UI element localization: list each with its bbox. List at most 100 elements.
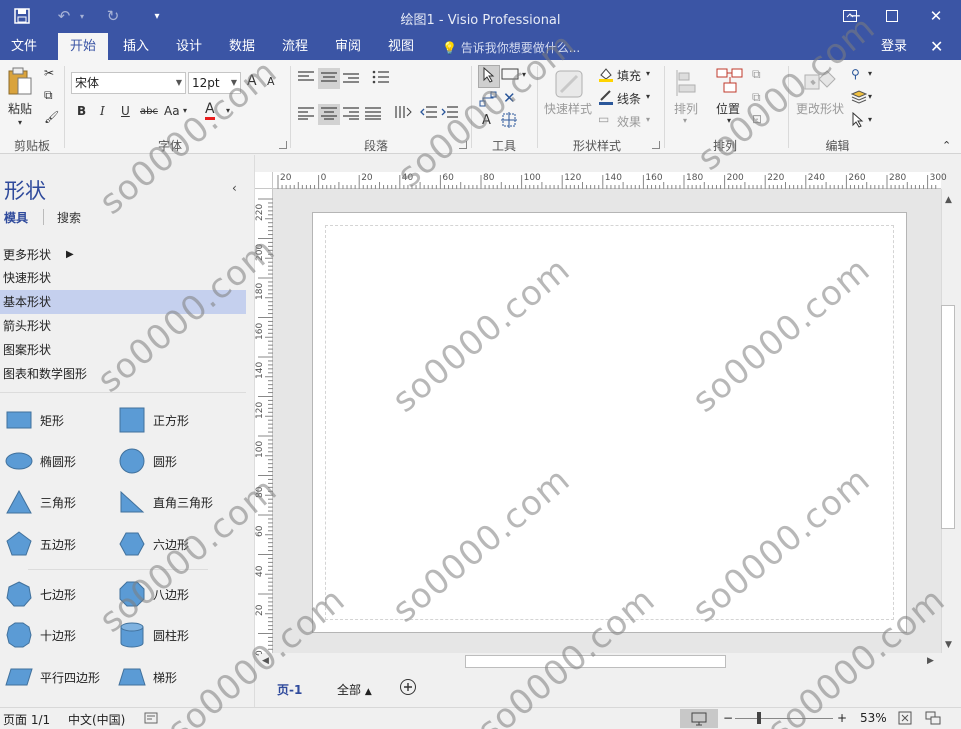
fit-page-icon[interactable]	[898, 711, 912, 728]
scroll-up-icon[interactable]: ▲	[945, 195, 952, 205]
align-shapes-icon[interactable]	[674, 68, 700, 101]
strikethrough-button[interactable]: abc	[140, 106, 158, 117]
tab-view[interactable]: 视图	[377, 33, 425, 60]
shape-trapezoid[interactable]: 梯形	[117, 662, 177, 692]
layers-icon[interactable]	[850, 90, 868, 107]
vertical-scroll-thumb[interactable]	[941, 305, 955, 529]
horizontal-ruler[interactable]: 20 0 20 40 60 80 100 120 140 160 180 200 220 240 260 28…	[273, 172, 947, 189]
find-dropdown-icon[interactable]: ▾	[868, 69, 872, 78]
effects-dropdown-icon[interactable]: ▾	[646, 115, 650, 124]
macro-record-icon[interactable]	[144, 711, 158, 728]
window-close-icon[interactable]: ✕	[926, 6, 946, 26]
trapezoid-icon	[117, 662, 147, 692]
shape-ellipse[interactable]: 椭圆形	[4, 446, 76, 476]
shape-decagon[interactable]: 十边形	[4, 620, 76, 650]
zoom-out-icon[interactable]: −	[723, 711, 733, 725]
drawing-page[interactable]	[312, 212, 907, 633]
text-direction-icon[interactable]	[394, 104, 412, 123]
shape-triangle[interactable]: 三角形	[4, 487, 76, 517]
shape-square[interactable]: 正方形	[117, 405, 189, 435]
zoom-level[interactable]: 53%	[860, 711, 887, 725]
add-page-icon[interactable]	[399, 678, 417, 699]
collapse-pane-icon[interactable]: ‹	[232, 181, 237, 195]
position-icon[interactable]	[715, 66, 745, 99]
align-middle-icon[interactable]	[318, 68, 340, 89]
scroll-right-icon[interactable]: ▶	[927, 656, 934, 666]
ruler-corner	[255, 172, 273, 189]
shape-rectangle[interactable]: 矩形	[4, 405, 64, 435]
find-icon[interactable]: ⚲	[851, 67, 860, 81]
paste-icon[interactable]	[7, 66, 33, 99]
edit-group-label: 编辑	[825, 139, 850, 153]
tab-home[interactable]: 开始	[58, 33, 108, 60]
shape-right-triangle[interactable]: 直角三角形	[117, 487, 213, 517]
align-right-icon[interactable]	[342, 106, 360, 123]
cut-icon[interactable]: ✂	[44, 66, 54, 80]
ellipse-icon	[4, 446, 34, 476]
shape-pentagon[interactable]: 五边形	[4, 529, 76, 559]
paste-button[interactable]: 粘贴	[8, 100, 32, 117]
collapse-ribbon-icon[interactable]: ⌃	[942, 139, 951, 152]
decrease-indent-icon[interactable]	[420, 104, 438, 123]
login-link[interactable]: 登录	[881, 33, 907, 60]
select-dropdown-icon[interactable]: ▾	[868, 115, 872, 124]
presentation-mode-icon[interactable]	[680, 709, 718, 728]
maximize-icon[interactable]	[882, 6, 902, 26]
fill-icon[interactable]	[598, 66, 614, 85]
ruler-label: 220	[767, 173, 785, 183]
tab-search[interactable]: 搜索	[57, 209, 81, 226]
chevron-right-icon: ▶	[66, 249, 74, 260]
tab-insert[interactable]: 插入	[112, 33, 160, 60]
align-top-icon[interactable]	[297, 70, 315, 87]
tab-design[interactable]: 设计	[165, 33, 213, 60]
align-left-icon[interactable]	[297, 106, 315, 123]
zoom-in-icon[interactable]: +	[837, 711, 847, 725]
right-triangle-icon	[117, 487, 147, 517]
language-status[interactable]: 中文(中国)	[68, 711, 125, 728]
bring-to-front-icon[interactable]: ⧉	[752, 67, 761, 82]
line-dropdown-icon[interactable]: ▾	[646, 92, 650, 101]
select-icon[interactable]	[851, 111, 865, 131]
stencil-more-shapes[interactable]: 更多形状 ▶	[0, 243, 246, 267]
copy-icon[interactable]: ⧉	[44, 88, 53, 103]
close-ribbon-icon[interactable]: ✕	[930, 33, 943, 60]
justify-icon[interactable]	[364, 106, 382, 123]
format-painter-icon[interactable]: 🖌	[44, 110, 59, 124]
fill-dropdown-icon[interactable]: ▾	[646, 69, 650, 78]
align-bottom-icon[interactable]	[342, 70, 360, 87]
shape-heptagon[interactable]: 七边形	[4, 579, 76, 609]
line-icon[interactable]	[598, 89, 614, 108]
change-case-button[interactable]: Aa	[164, 104, 180, 118]
arrange-dropdown-icon[interactable]: ▾	[683, 116, 687, 125]
tab-file[interactable]: 文件	[0, 33, 48, 60]
all-pages-button[interactable]: 全部 ▲	[337, 681, 372, 698]
effects-button[interactable]: 效果	[617, 113, 641, 130]
paste-dropdown-icon[interactable]: ▾	[18, 118, 22, 127]
underline-button[interactable]: U	[121, 104, 130, 118]
ruler-label: 180	[686, 173, 704, 183]
arrange-button[interactable]: 排列	[674, 100, 698, 117]
quick-styles-button[interactable]: 快速样式	[544, 100, 592, 117]
ruler-label: 120	[255, 401, 265, 419]
switch-windows-icon[interactable]	[925, 711, 941, 728]
page-tab-1[interactable]: 页-1	[277, 681, 302, 698]
shape-label: 直角三角形	[153, 495, 214, 510]
font-dialog-launcher-icon[interactable]	[279, 141, 287, 149]
italic-button[interactable]: I	[100, 104, 105, 118]
tab-review[interactable]: 审阅	[324, 33, 372, 60]
scroll-down-icon[interactable]: ▼	[945, 640, 952, 650]
font-name-combo[interactable]: 宋体 ▼	[71, 72, 186, 94]
fill-button[interactable]: 填充	[617, 67, 641, 84]
layers-dropdown-icon[interactable]: ▾	[868, 92, 872, 101]
align-center-icon[interactable]	[318, 104, 340, 125]
effects-icon[interactable]: ▭	[598, 112, 609, 126]
bullets-icon[interactable]	[372, 70, 390, 87]
tab-stencils[interactable]: 模具	[4, 209, 28, 226]
bold-button[interactable]: B	[77, 104, 86, 118]
shape-circle[interactable]: 圆形	[117, 446, 177, 476]
tab-process[interactable]: 流程	[271, 33, 319, 60]
page-number-status[interactable]: 页面 1/1	[3, 711, 50, 728]
shape-parallelogram[interactable]: 平行四边形	[4, 662, 100, 692]
shape-style-dialog-launcher-icon[interactable]	[652, 141, 660, 149]
line-button[interactable]: 线条	[617, 90, 641, 107]
